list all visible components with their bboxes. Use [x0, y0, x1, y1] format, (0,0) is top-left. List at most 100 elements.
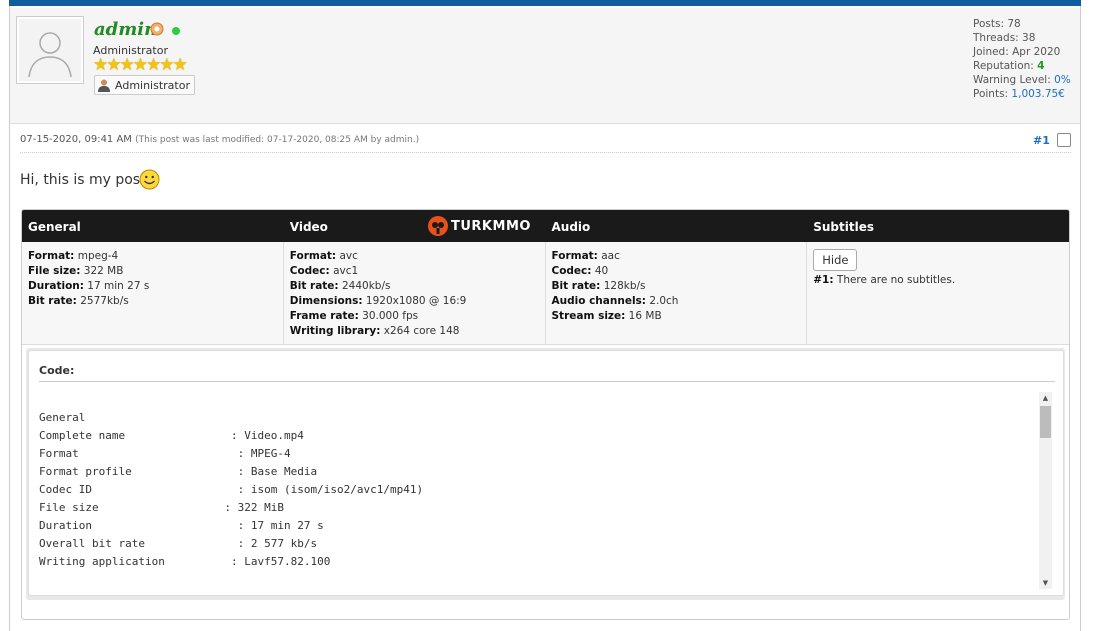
modified-prefix: (This post was last modified: 07-17-2020… — [135, 135, 385, 145]
code-line: Codec ID : isom (isom/iso2/avc1/mp41) — [39, 483, 424, 496]
mediainfo-box: General Video Audio Subtitles TURKMMO Fo… — [21, 209, 1070, 620]
avatar[interactable] — [16, 16, 84, 84]
stat-threads[interactable]: Threads: 38 — [973, 31, 1071, 45]
code-label: Code: — [39, 364, 75, 377]
code-block-wrapper: Code: General Complete name : Video.mp4 Fo… — [26, 348, 1065, 600]
general-key: Format: — [28, 250, 75, 262]
logo-text: TURKMMO — [451, 218, 531, 234]
admin-crown-icon — [150, 22, 164, 36]
audio-key: Audio channels: — [551, 295, 647, 307]
audio-value: 2.0ch — [646, 295, 679, 307]
code-line: Writing application : Lavf57.82.100 — [39, 555, 331, 568]
header-subtitles: Subtitles — [813, 220, 875, 234]
points-value-link[interactable]: 1,003.75€ — [1011, 88, 1064, 100]
video-key: Frame rate: — [289, 310, 359, 322]
audio-key: Codec: — [551, 265, 592, 277]
stat-points-label: Points: — [973, 88, 1012, 100]
general-key: Bit rate: — [28, 295, 77, 307]
code-content[interactable]: General Complete name : Video.mp4 Format :… — [39, 409, 423, 571]
turkmmo-logo: TURKMMO — [427, 213, 531, 239]
mediainfo-body: Format: mpeg-4 File size: 322 MB Duration:… — [22, 242, 1069, 345]
audio-value: 128kb/s — [600, 280, 646, 292]
hide-button[interactable]: Hide — [813, 249, 858, 271]
stat-joined: Joined: Apr 2020 — [973, 46, 1061, 58]
post-meta: 07-15-2020, 09:41 AM (This post was last… — [20, 134, 1071, 153]
video-row: Bit rate: 2440kb/s — [290, 279, 539, 294]
audio-value: aac — [597, 250, 620, 262]
post-author-panel: admin Administrator ★★★★★★★ Administrato… — [10, 8, 1080, 124]
code-line: Overall bit rate : 2 577 kb/s — [39, 537, 318, 550]
video-info: Format: avc Codec: avc1 Bit rate: 2440kb/s… — [284, 242, 546, 344]
code-line: Duration : 17 min 27 s — [39, 519, 324, 532]
group-badge: Administrator — [94, 75, 195, 95]
audio-row: Format: aac — [552, 249, 801, 264]
video-key: Dimensions: — [289, 295, 363, 307]
header-audio: Audio — [551, 220, 591, 234]
code-divider — [39, 381, 1055, 382]
video-row: Codec: avc1 — [290, 264, 539, 279]
code-line: Format profile : Base Media — [39, 465, 318, 478]
subtitles-note-key: #1: — [813, 274, 834, 286]
modified-user-link[interactable]: admin — [385, 135, 413, 145]
turkmmo-logo-icon — [428, 216, 448, 236]
video-row: Writing library: x264 core 148 — [290, 324, 539, 339]
audio-row: Bit rate: 128kb/s — [552, 279, 801, 294]
general-row: File size: 322 MB — [28, 264, 277, 279]
subtitles-note-value: There are no subtitles. — [833, 274, 956, 286]
general-row: Bit rate: 2577kb/s — [28, 294, 277, 309]
code-line: Complete name : Video.mp4 — [39, 429, 304, 442]
code-scrollbar[interactable]: ▲ ▼ — [1039, 392, 1052, 589]
user-stats: Posts: 78 Threads: 38 Joined: Apr 2020 R… — [973, 17, 1071, 101]
post-select-checkbox[interactable] — [1057, 133, 1071, 147]
post-modified-note: (This post was last modified: 07-17-2020… — [135, 135, 419, 145]
post-number-link[interactable]: #1 — [1033, 134, 1050, 147]
stat-warning-label: Warning Level: — [973, 74, 1055, 86]
stat-points: Points: 1,003.75€ — [973, 87, 1071, 101]
general-info: Format: mpeg-4 File size: 322 MB Duration:… — [22, 242, 284, 344]
reputation-value-link[interactable]: 4 — [1037, 60, 1044, 72]
audio-info: Format: aac Codec: 40 Bit rate: 128kb/s Aud… — [546, 242, 808, 344]
scroll-thumb[interactable] — [1040, 406, 1051, 438]
code-line: Format : MPEG-4 — [39, 447, 291, 460]
stat-posts[interactable]: Posts: 78 — [973, 17, 1071, 31]
audio-row: Stream size: 16 MB — [552, 309, 801, 324]
default-avatar-icon — [19, 19, 81, 81]
video-key: Bit rate: — [289, 280, 339, 292]
stat-reputation-label: Reputation: — [973, 60, 1038, 72]
username-link[interactable]: admin — [94, 19, 157, 40]
general-row: Format: mpeg-4 — [28, 249, 277, 264]
video-key: Codec: — [289, 265, 330, 277]
code-block: Code: General Complete name : Video.mp4 Fo… — [28, 350, 1064, 596]
code-line: File size : 322 MiB — [39, 501, 285, 514]
code-line: General — [39, 411, 86, 424]
scroll-up-arrow-icon[interactable]: ▲ — [1039, 392, 1052, 404]
video-value: 2440kb/s — [338, 280, 391, 292]
audio-row: Audio channels: 2.0ch — [552, 294, 801, 309]
video-row: Frame rate: 30.000 fps — [290, 309, 539, 324]
video-value: x264 core 148 — [380, 325, 460, 337]
general-value: mpeg-4 — [74, 250, 119, 262]
video-row: Dimensions: 1920x1080 @ 16:9 — [290, 294, 539, 309]
subtitles-note: #1: There are no subtitles. — [813, 273, 1063, 288]
video-value: avc — [336, 250, 358, 262]
smiley-icon — [139, 169, 160, 190]
general-value: 17 min 27 s — [83, 280, 150, 292]
video-key: Format: — [289, 250, 337, 262]
audio-key: Format: — [551, 250, 598, 262]
video-row: Format: avc — [290, 249, 539, 264]
general-value: 322 MB — [80, 265, 124, 277]
warning-level-link[interactable]: 0% — [1054, 74, 1071, 86]
general-row: Duration: 17 min 27 s — [28, 279, 277, 294]
stat-reputation: Reputation: 4 — [973, 59, 1071, 73]
audio-value: 16 MB — [625, 310, 662, 322]
online-status-icon — [172, 27, 180, 35]
video-key: Writing library: — [289, 325, 381, 337]
stat-warning: Warning Level: 0% — [973, 73, 1071, 87]
scroll-down-arrow-icon[interactable]: ▼ — [1039, 577, 1052, 589]
post-date: 07-15-2020, 09:41 AM — [20, 134, 132, 145]
user-stars-rating: ★★★★★★★ — [93, 55, 188, 75]
general-value: 2577kb/s — [76, 295, 129, 307]
audio-key: Stream size: — [551, 310, 626, 322]
audio-key: Bit rate: — [551, 280, 601, 292]
general-key: File size: — [28, 265, 81, 277]
